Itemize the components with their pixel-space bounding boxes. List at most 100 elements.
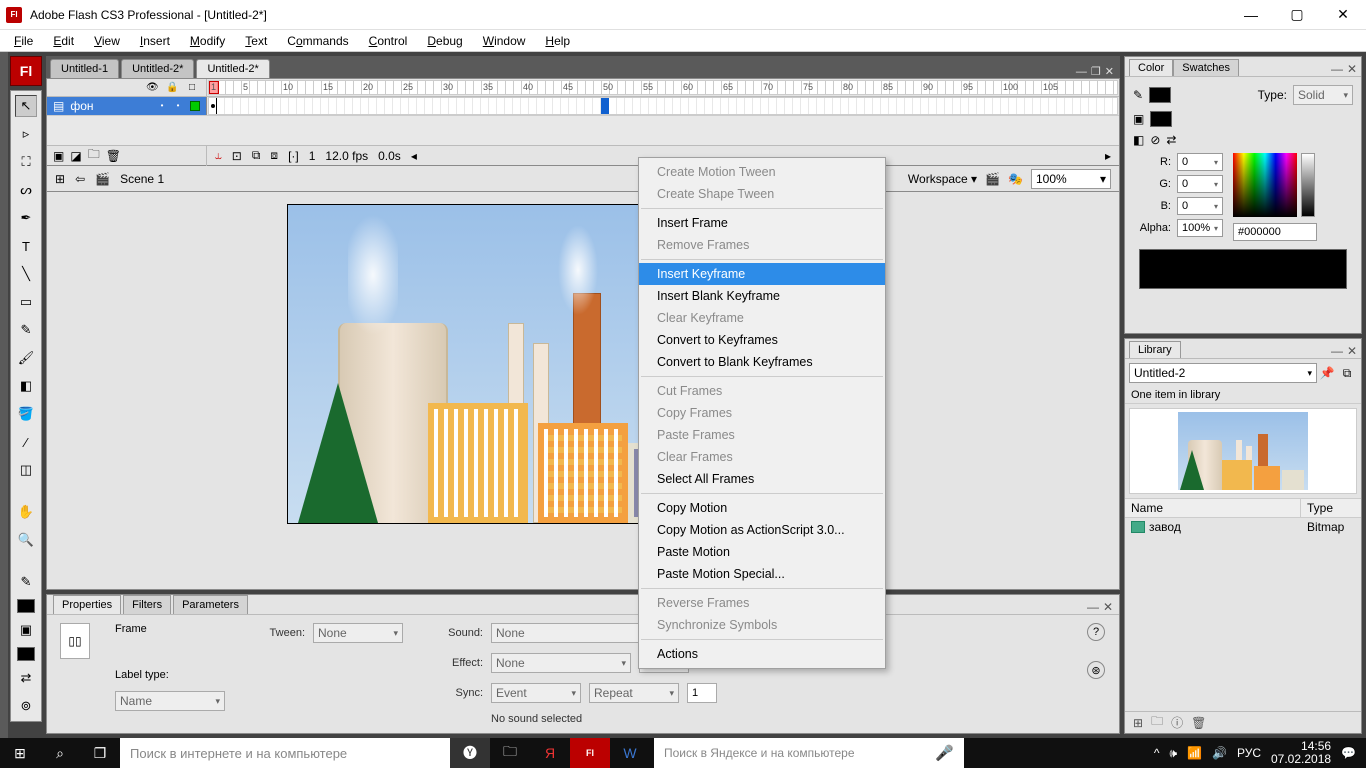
menu-window[interactable]: Window bbox=[473, 32, 536, 50]
ink-bottle-tool[interactable]: ◧ bbox=[15, 375, 37, 397]
panel-close-icon[interactable]: ✕ bbox=[1347, 344, 1357, 358]
menu-debug[interactable]: Debug bbox=[417, 32, 472, 50]
task-view-icon[interactable]: ❐ bbox=[80, 738, 120, 768]
bw-icon[interactable]: ◧ bbox=[1133, 133, 1144, 147]
tray-expand-icon[interactable]: ^ bbox=[1154, 746, 1160, 760]
layer-row[interactable]: ▤ фон • • bbox=[47, 97, 207, 115]
taskbar-app-ybrowser[interactable]: Я bbox=[530, 738, 570, 768]
onion-outline-icon[interactable]: ⧈ bbox=[270, 148, 278, 163]
menu-item-insert-keyframe[interactable]: Insert Keyframe bbox=[639, 263, 885, 285]
help-icon[interactable]: ? bbox=[1087, 623, 1105, 641]
tab-filters[interactable]: Filters bbox=[123, 595, 171, 614]
new-folder-icon[interactable]: 🗀 bbox=[1151, 712, 1163, 733]
zoom-tool[interactable]: 🔍 bbox=[15, 529, 37, 551]
tray-wifi-icon[interactable]: 📶 bbox=[1187, 746, 1202, 760]
tab-library[interactable]: Library bbox=[1129, 341, 1181, 358]
stroke-swatch[interactable] bbox=[17, 599, 35, 613]
hex-input[interactable]: #000000 bbox=[1233, 223, 1317, 241]
close-button[interactable]: ✕ bbox=[1320, 0, 1366, 30]
stage[interactable] bbox=[46, 192, 1120, 590]
new-library-icon[interactable]: ⧉ bbox=[1337, 363, 1357, 383]
b-input[interactable]: 0 bbox=[1177, 197, 1223, 215]
tween-select[interactable]: None bbox=[313, 623, 403, 643]
onion-skin-icon[interactable]: ⧉ bbox=[252, 148, 261, 163]
menu-view[interactable]: View bbox=[84, 32, 130, 50]
edit-scene-icon[interactable]: 🎬 bbox=[985, 172, 1000, 186]
panel-close-icon[interactable]: ✕ bbox=[1103, 600, 1113, 614]
panel-close-icon[interactable]: ✕ bbox=[1347, 62, 1357, 76]
tab-parameters[interactable]: Parameters bbox=[173, 595, 248, 614]
brush-tool[interactable]: 🖌 bbox=[15, 347, 37, 369]
menu-item-actions[interactable]: Actions bbox=[639, 643, 885, 665]
taskbar-app-yandex[interactable]: 🅨 bbox=[450, 738, 490, 768]
windows-search-input[interactable]: Поиск в интернете и на компьютере bbox=[120, 738, 450, 768]
frame-ruler[interactable]: 1510152025303540455055606570758085909510… bbox=[208, 80, 1118, 95]
stroke-color-icon[interactable]: ✎ bbox=[15, 571, 37, 593]
repeat-count-input[interactable]: 1 bbox=[687, 683, 717, 703]
cortana-search-icon[interactable]: ⌕ bbox=[40, 738, 80, 768]
menu-item-copy-motion-as-actionscript-3-0[interactable]: Copy Motion as ActionScript 3.0... bbox=[639, 519, 885, 541]
menu-item-paste-motion[interactable]: Paste Motion bbox=[639, 541, 885, 563]
stroke-swatch[interactable] bbox=[1149, 87, 1171, 103]
menu-control[interactable]: Control bbox=[359, 32, 418, 50]
line-tool[interactable]: ╲ bbox=[15, 263, 37, 285]
scene-name[interactable]: Scene 1 bbox=[120, 172, 164, 186]
selection-tool[interactable]: ↖ bbox=[15, 95, 37, 117]
taskbar-app-word[interactable]: W bbox=[610, 738, 650, 768]
menu-text[interactable]: Text bbox=[235, 32, 277, 50]
panel-minimize-icon[interactable]: — bbox=[1331, 62, 1343, 76]
properties-icon[interactable]: ⓘ bbox=[1171, 714, 1183, 731]
value-slider[interactable] bbox=[1301, 153, 1315, 217]
nocolor-icon[interactable]: ⊘ bbox=[1150, 133, 1160, 147]
delete-item-icon[interactable]: 🗑 bbox=[1191, 716, 1206, 730]
menu-item-copy-motion[interactable]: Copy Motion bbox=[639, 497, 885, 519]
pin-icon[interactable]: 📌 bbox=[1317, 363, 1337, 383]
info-icon[interactable]: ⊛ bbox=[1087, 661, 1105, 679]
stroke-picker-icon[interactable]: ✎ bbox=[1133, 88, 1143, 102]
tray-volume-icon[interactable]: 🔊 bbox=[1212, 746, 1227, 760]
snap-option-icon[interactable]: ⊚ bbox=[15, 695, 37, 717]
fill-swatch[interactable] bbox=[1150, 111, 1172, 127]
fill-picker-icon[interactable]: ▣ bbox=[1133, 112, 1144, 126]
color-type-select[interactable]: Solid bbox=[1293, 85, 1353, 105]
layer-lock-dot[interactable]: • bbox=[174, 101, 182, 109]
tray-language[interactable]: РУС bbox=[1237, 746, 1261, 760]
hand-tool[interactable]: ✋ bbox=[15, 501, 37, 523]
lock-icon[interactable]: 🔒 bbox=[166, 82, 178, 93]
workspace-menu[interactable]: Workspace ▾ bbox=[908, 172, 977, 186]
tray-notifications-icon[interactable]: 💬 bbox=[1341, 746, 1356, 760]
free-transform-tool[interactable]: ⛶ bbox=[15, 151, 37, 173]
new-guide-icon[interactable]: ◪ bbox=[70, 149, 81, 163]
scroll-left-icon[interactable]: ◂ bbox=[411, 149, 417, 163]
layer-outline-box[interactable] bbox=[190, 101, 200, 111]
pencil-tool[interactable]: ✎ bbox=[15, 319, 37, 341]
menu-modify[interactable]: Modify bbox=[180, 32, 235, 50]
eraser-tool[interactable]: ◫ bbox=[15, 459, 37, 481]
menu-help[interactable]: Help bbox=[535, 32, 580, 50]
sync-select[interactable]: Event bbox=[491, 683, 581, 703]
menu-item-insert-blank-keyframe[interactable]: Insert Blank Keyframe bbox=[639, 285, 885, 307]
doc-restore-icon[interactable]: ❐ bbox=[1091, 65, 1101, 78]
taskbar-app-flash[interactable]: Fl bbox=[570, 738, 610, 768]
visibility-icon[interactable]: 👁 bbox=[146, 82, 158, 93]
taskbar-app-explorer[interactable]: 🗀 bbox=[490, 738, 530, 768]
center-frame-icon[interactable]: ⊡ bbox=[232, 149, 242, 163]
doc-close-icon[interactable]: ✕ bbox=[1105, 65, 1114, 78]
outline-icon[interactable]: □ bbox=[186, 82, 198, 93]
new-folder-icon[interactable]: 🗀 bbox=[88, 145, 100, 166]
tray-clock[interactable]: 14:5607.02.2018 bbox=[1271, 740, 1331, 766]
selected-frame-icon[interactable] bbox=[601, 98, 609, 114]
text-tool[interactable]: T bbox=[15, 235, 37, 257]
library-doc-select[interactable]: Untitled-2 bbox=[1129, 363, 1317, 383]
eyedropper-tool[interactable]: ⁄ bbox=[15, 431, 37, 453]
doc-minimize-icon[interactable]: — bbox=[1076, 66, 1087, 78]
tab-properties[interactable]: Properties bbox=[53, 595, 121, 614]
menu-item-paste-motion-special[interactable]: Paste Motion Special... bbox=[639, 563, 885, 585]
menu-commands[interactable]: Commands bbox=[277, 32, 358, 50]
menu-file[interactable]: File bbox=[4, 32, 43, 50]
doc-tab[interactable]: Untitled-2* bbox=[121, 59, 194, 78]
rectangle-tool[interactable]: ▭ bbox=[15, 291, 37, 313]
panel-minimize-icon[interactable]: — bbox=[1087, 600, 1099, 614]
menu-edit[interactable]: Edit bbox=[43, 32, 84, 50]
fill-color-icon[interactable]: ▣ bbox=[15, 619, 37, 641]
